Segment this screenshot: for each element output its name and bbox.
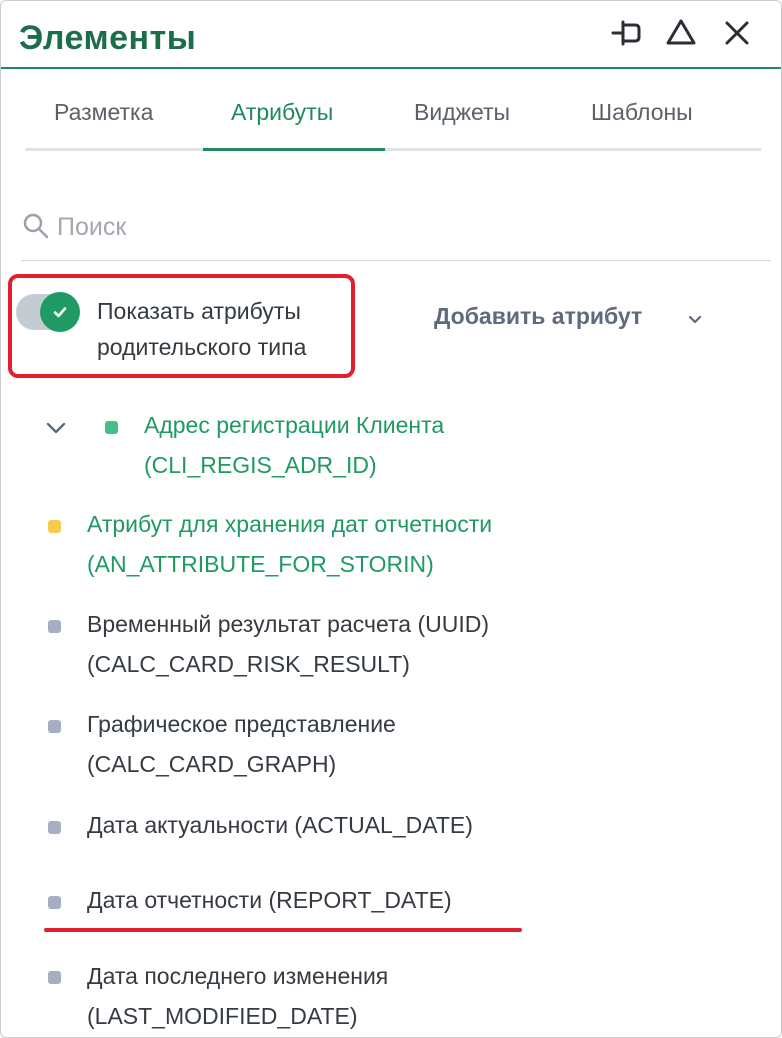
attribute-item[interactable]: Атрибут для хранения дат отчетности (AN_… xyxy=(87,504,492,584)
search-bar xyxy=(21,205,771,261)
tab-markup[interactable]: Разметка xyxy=(54,99,153,126)
highlight-underline xyxy=(44,928,522,932)
elements-panel: Элементы Разметка Атрибуты Виджеты Шабло… xyxy=(0,0,782,1038)
attribute-code: (LAST_MODIFIED_DATE) xyxy=(87,1003,358,1029)
attribute-name: Графическое представление xyxy=(87,711,396,737)
status-dot xyxy=(48,520,61,533)
attribute-item[interactable]: Адрес регистрации Клиента (CLI_REGIS_ADR… xyxy=(144,405,444,485)
attribute-item[interactable]: Дата отчетности (REPORT_DATE) xyxy=(87,880,452,920)
toggle-label: Показать атрибуты родительского типа xyxy=(97,298,307,360)
add-attribute-button[interactable]: Добавить атрибут xyxy=(434,303,642,330)
attribute-code: (CALC_CARD_GRAPH) xyxy=(87,751,337,777)
pin-icon[interactable] xyxy=(609,15,645,51)
close-icon[interactable] xyxy=(719,15,755,51)
attribute-item[interactable]: Графическое представление (CALC_CARD_GRA… xyxy=(87,704,396,784)
active-tab-indicator xyxy=(203,148,385,151)
status-dot xyxy=(48,896,61,909)
status-dot xyxy=(48,971,61,984)
attribute-item[interactable]: Дата актуальности (ACTUAL_DATE) xyxy=(87,805,473,845)
attribute-name: Атрибут для хранения дат отчетности xyxy=(87,511,493,537)
search-icon xyxy=(23,213,49,239)
show-parent-attributes-toggle[interactable] xyxy=(16,292,84,332)
chevron-down-icon[interactable] xyxy=(685,309,705,329)
expand-chevron-icon[interactable] xyxy=(43,418,69,438)
attribute-name: Адрес регистрации Клиента xyxy=(144,412,445,438)
checkmark-icon xyxy=(53,307,67,318)
attribute-name: Дата последнего изменения xyxy=(87,963,389,989)
status-dot xyxy=(48,620,61,633)
toggle-knob xyxy=(40,292,80,332)
attribute-item[interactable]: Дата последнего изменения (LAST_MODIFIED… xyxy=(87,956,388,1036)
panel-title: Элементы xyxy=(19,19,197,57)
attribute-name: Дата актуальности (ACTUAL_DATE) xyxy=(87,812,473,838)
status-dot xyxy=(48,720,61,733)
tab-widgets[interactable]: Виджеты xyxy=(414,99,510,126)
search-input[interactable] xyxy=(57,205,657,249)
attribute-code: (AN_ATTRIBUTE_FOR_STORIN) xyxy=(87,551,434,577)
collapse-up-icon[interactable] xyxy=(663,15,699,51)
status-dot xyxy=(105,421,118,434)
attribute-name: Дата отчетности (REPORT_DATE) xyxy=(87,887,452,913)
attribute-code: (CALC_CARD_RISK_RESULT) xyxy=(87,651,410,677)
attribute-item[interactable]: Временный результат расчета (UUID) (CALC… xyxy=(87,604,489,684)
attribute-code: (CLI_REGIS_ADR_ID) xyxy=(144,452,377,478)
panel-header: Элементы xyxy=(1,1,781,69)
attribute-name: Временный результат расчета (UUID) xyxy=(87,611,489,637)
tab-bar: Разметка Атрибуты Виджеты Шаблоны xyxy=(25,87,761,151)
tab-attributes[interactable]: Атрибуты xyxy=(231,99,333,126)
status-dot xyxy=(48,821,61,834)
tab-templates[interactable]: Шаблоны xyxy=(591,99,693,126)
